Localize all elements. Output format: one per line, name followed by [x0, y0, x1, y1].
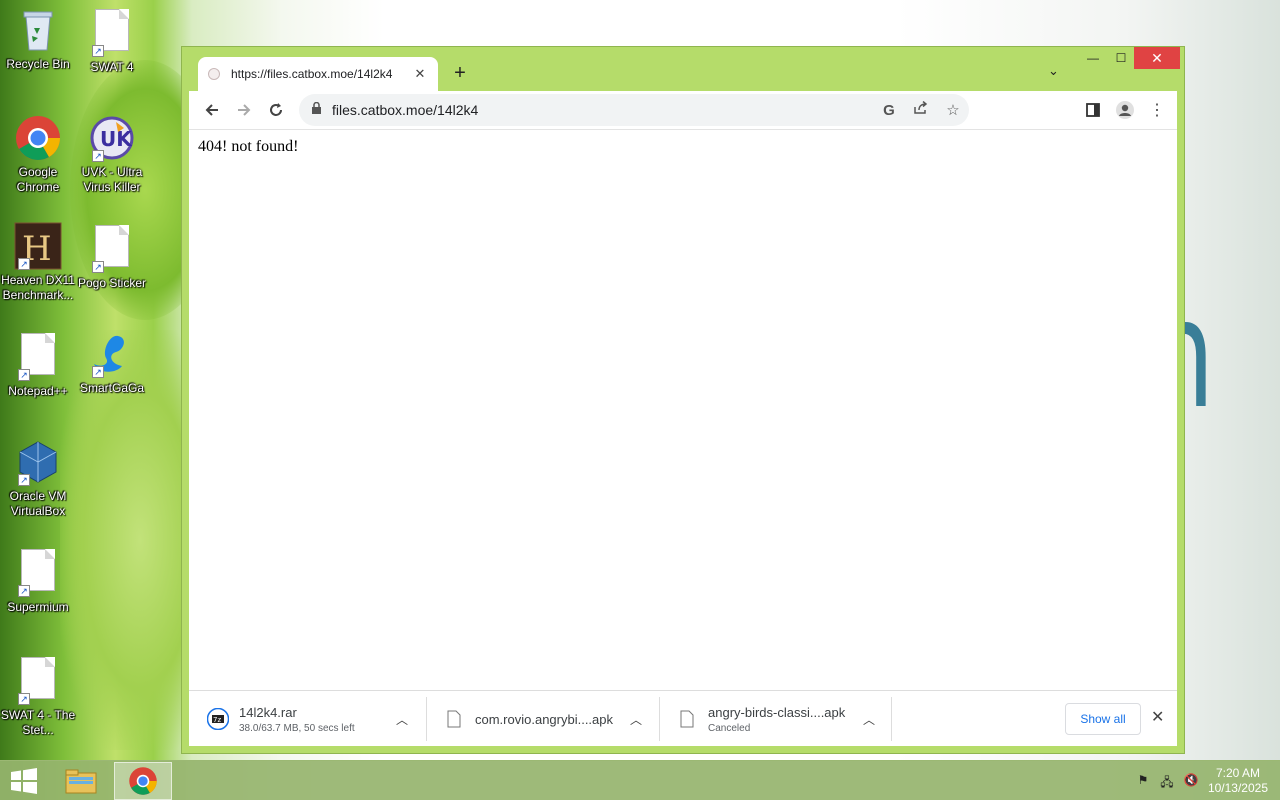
network-icon[interactable]: 🖧 — [1158, 773, 1176, 789]
favicon-icon — [208, 68, 220, 80]
download-status: Canceled — [708, 722, 751, 734]
svg-text:7z: 7z — [213, 716, 221, 724]
maximize-button[interactable]: ☐ — [1106, 47, 1136, 69]
file-shortcut-icon: ↗ — [14, 333, 62, 381]
tab-search-chevron-icon[interactable]: ⌄ — [1048, 63, 1059, 79]
file-shortcut-icon: ↗ — [14, 657, 62, 705]
back-arrow-icon[interactable] — [196, 94, 228, 126]
chevron-up-icon[interactable]: ︿ — [863, 711, 875, 728]
tab-close-icon[interactable]: ✕ — [412, 66, 428, 82]
desktop-icon-uvk[interactable]: UK ↗ UVK - Ultra Virus Killer — [74, 114, 150, 195]
smartgaga-swan-icon: ↗ — [88, 330, 136, 378]
desktop-icon-google-chrome[interactable]: Google Chrome — [0, 114, 76, 195]
url-text[interactable]: files.catbox.moe/14l2k4 — [332, 102, 873, 118]
reload-icon[interactable] — [260, 94, 292, 126]
desktop-icon-label: Pogo Sticker — [77, 276, 147, 290]
desktop-icon-swat4[interactable]: ↗ SWAT 4 — [74, 6, 150, 75]
clock-date: 10/13/2025 — [1207, 781, 1268, 795]
recycle-bin-icon — [14, 6, 62, 54]
taskbar-chrome[interactable] — [114, 762, 172, 800]
action-center-flag-icon[interactable]: ⚑ — [1134, 773, 1152, 789]
folder-icon — [65, 769, 97, 794]
desktop-icon-label: Recycle Bin — [6, 57, 70, 71]
uvk-icon: UK ↗ — [88, 114, 136, 162]
page-content: 404! not found! — [189, 129, 1177, 690]
taskbar-file-explorer[interactable] — [52, 762, 110, 800]
minimize-button[interactable]: — — [1078, 47, 1108, 69]
download-item[interactable]: com.rovio.angrybi....apk ︿ — [442, 697, 652, 741]
tab-title: https://files.catbox.moe/14l2k4 — [231, 67, 393, 81]
desktop-icon-virtualbox[interactable]: ↗ Oracle VM VirtualBox — [0, 438, 76, 519]
download-name: com.rovio.angrybi....apk — [475, 711, 614, 727]
desktop-icon-label: SmartGaGa — [79, 381, 145, 395]
clock[interactable]: 7:20 AM 10/13/2025 — [1208, 766, 1268, 796]
desktop-icon-label: Google Chrome — [16, 165, 60, 194]
close-download-bar-icon[interactable]: ✕ — [1151, 707, 1164, 727]
file-shortcut-icon: ↗ — [14, 549, 62, 597]
archive-7z-icon: 7z — [206, 707, 230, 731]
close-window-button[interactable]: ✕ — [1134, 47, 1180, 69]
download-name: 14l2k4.rar — [239, 704, 297, 720]
forward-arrow-icon[interactable] — [228, 94, 260, 126]
desktop-icon-label: SWAT 4 - The Stet... — [0, 708, 76, 737]
browser-toolbar: files.catbox.moe/14l2k4 G ☆ ⋮ — [189, 91, 1177, 129]
desktop-icon-swat4-stetchkov[interactable]: ↗ SWAT 4 - The Stet... — [0, 654, 76, 738]
google-lens-icon[interactable]: G — [873, 102, 905, 119]
menu-kebab-icon[interactable]: ⋮ — [1141, 94, 1173, 126]
taskbar: ⚑ 🖧 🔇 7:20 AM 10/13/2025 — [0, 760, 1280, 800]
share-icon[interactable] — [905, 100, 937, 119]
file-icon — [675, 707, 699, 731]
page-message: 404! not found! — [198, 138, 299, 155]
show-all-button[interactable]: Show all — [1065, 703, 1141, 735]
windows-start-icon[interactable] — [10, 768, 38, 794]
svg-text:UK: UK — [100, 127, 133, 151]
chevron-up-icon[interactable]: ︿ — [396, 711, 408, 728]
bookmark-star-icon[interactable]: ☆ — [937, 101, 969, 119]
system-tray: ⚑ 🖧 🔇 — [1134, 773, 1200, 789]
desktop-icon-recycle-bin[interactable]: Recycle Bin — [0, 6, 76, 72]
tab-active[interactable]: https://files.catbox.moe/14l2k4 ✕ — [198, 57, 438, 91]
clock-time: 7:20 AM — [1215, 766, 1260, 780]
download-status: 38.0/63.7 MB, 50 secs left — [239, 722, 355, 734]
desktop-icon-smartgaga[interactable]: ↗ SmartGaGa — [74, 330, 150, 396]
desktop-icon-label: SWAT 4 — [90, 60, 134, 74]
download-item[interactable]: 7z 14l2k4.rar 38.0/63.7 MB, 50 secs left… — [206, 697, 426, 741]
file-shortcut-icon: ↗ — [88, 225, 136, 273]
divider — [891, 697, 892, 741]
divider — [426, 697, 427, 741]
divider — [659, 697, 660, 741]
desktop-icon-heaven-benchmark[interactable]: H ↗ Heaven DX11 Benchmark... — [0, 222, 76, 303]
chrome-icon — [14, 114, 62, 162]
lock-icon[interactable] — [311, 101, 322, 118]
tab-strip: https://files.catbox.moe/14l2k4 ✕ + ⌄ — … — [182, 47, 1184, 91]
side-panel-icon[interactable] — [1077, 94, 1109, 126]
desktop-icon-label: Oracle VM VirtualBox — [9, 489, 67, 518]
chrome-icon — [129, 767, 157, 795]
new-tab-button[interactable]: + — [450, 63, 470, 83]
download-bar: 7z 14l2k4.rar 38.0/63.7 MB, 50 secs left… — [189, 690, 1177, 746]
desktop-icon-label: Notepad++ — [8, 384, 68, 398]
address-bar[interactable]: files.catbox.moe/14l2k4 G ☆ — [299, 94, 969, 126]
browser-window: https://files.catbox.moe/14l2k4 ✕ + ⌄ — … — [181, 46, 1185, 754]
heaven-benchmark-icon: H ↗ — [14, 222, 62, 270]
file-icon — [442, 707, 466, 731]
desktop-icon-notepadpp[interactable]: ↗ Notepad++ — [0, 330, 76, 399]
download-name: angry-birds-classi....apk — [708, 704, 846, 720]
desktop-icon-pogo-sticker[interactable]: ↗ Pogo Sticker — [74, 222, 150, 291]
profile-avatar-icon[interactable] — [1109, 94, 1141, 126]
toolbar-right: ⋮ — [1077, 94, 1173, 126]
desktop-icon-label: UVK - Ultra Virus Killer — [81, 165, 143, 194]
file-shortcut-icon: ↗ — [88, 9, 136, 57]
chevron-up-icon[interactable]: ︿ — [630, 711, 642, 728]
volume-muted-icon[interactable]: 🔇 — [1182, 773, 1200, 789]
desktop-icon-label: Supermium — [7, 600, 69, 614]
virtualbox-icon: ↗ — [14, 438, 62, 486]
download-item[interactable]: angry-birds-classi....apk Canceled ︿ — [675, 697, 885, 741]
desktop-icon-supermium[interactable]: ↗ Supermium — [0, 546, 76, 615]
desktop-icon-label: Heaven DX11 Benchmark... — [1, 273, 75, 302]
